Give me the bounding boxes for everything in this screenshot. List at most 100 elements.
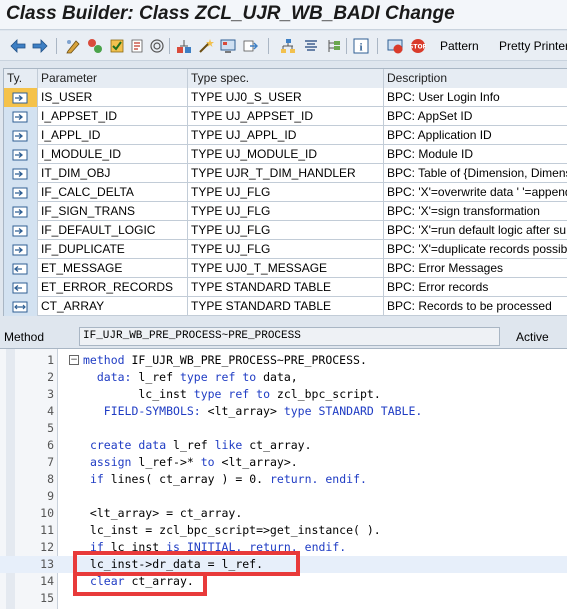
column-header-description[interactable]: Description bbox=[384, 69, 567, 88]
table-row[interactable]: IF_DEFAULT_LOGIC TYPE UJ_FLG BPC: 'X'=run … bbox=[4, 221, 567, 240]
code-line[interactable]: 5 bbox=[0, 420, 567, 437]
parameter-name[interactable]: I_APPSET_ID bbox=[38, 107, 188, 126]
check-icon[interactable] bbox=[108, 37, 126, 55]
code-line[interactable]: 10 <lt_array> = ct_array. bbox=[0, 505, 567, 522]
screen-icon[interactable] bbox=[219, 37, 237, 55]
parameter-type-spec[interactable]: TYPE UJ_FLG bbox=[188, 183, 384, 202]
direction-importing-icon[interactable] bbox=[4, 164, 38, 183]
direction-importing-icon[interactable] bbox=[4, 126, 38, 145]
parameter-description[interactable]: BPC: 'X'=overwrite data ' '=append bbox=[384, 183, 567, 202]
parameter-type-spec[interactable]: TYPE UJ0_T_MESSAGE bbox=[188, 259, 384, 278]
table-row[interactable]: IF_SIGN_TRANS TYPE UJ_FLG BPC: 'X'=sign tr… bbox=[4, 202, 567, 221]
code-line[interactable]: 7 assign l_ref->* to <lt_array>. bbox=[0, 454, 567, 471]
code-line[interactable]: 6 create data l_ref like ct_array. bbox=[0, 437, 567, 454]
align-icon[interactable] bbox=[302, 37, 320, 55]
parameter-description[interactable]: BPC: 'X'=sign transformation bbox=[384, 202, 567, 221]
table-row[interactable]: IS_USER TYPE UJ0_S_USER BPC: User Login In… bbox=[4, 88, 567, 107]
code-line[interactable]: 3 lc_inst type ref to zcl_bpc_script. bbox=[0, 386, 567, 403]
parameter-name[interactable]: IF_DEFAULT_LOGIC bbox=[38, 221, 188, 240]
parameter-type-spec[interactable]: TYPE STANDARD TABLE bbox=[188, 297, 384, 316]
direction-importing-icon[interactable] bbox=[4, 107, 38, 126]
method-label: Method bbox=[4, 330, 45, 344]
table-row[interactable]: ET_MESSAGE TYPE UJ0_T_MESSAGE BPC: Error M… bbox=[4, 259, 567, 278]
direction-importing-icon[interactable] bbox=[4, 202, 38, 221]
hierarchy-icon[interactable] bbox=[279, 37, 297, 55]
parameter-type-spec[interactable]: TYPE UJ_MODULE_ID bbox=[188, 145, 384, 164]
parameter-name[interactable]: I_MODULE_ID bbox=[38, 145, 188, 164]
direction-importing-icon[interactable] bbox=[4, 221, 38, 240]
parameter-type-spec[interactable]: TYPE UJ0_S_USER bbox=[188, 88, 384, 107]
table-row[interactable]: IF_DUPLICATE TYPE UJ_FLG BPC: 'X'=duplicat… bbox=[4, 240, 567, 259]
info-icon[interactable]: i bbox=[352, 37, 370, 55]
parameter-name[interactable]: ET_MESSAGE bbox=[38, 259, 188, 278]
parameter-description[interactable]: BPC: Error Messages bbox=[384, 259, 567, 278]
parameter-description[interactable]: BPC: User Login Info bbox=[384, 88, 567, 107]
table-row[interactable]: I_APPSET_ID TYPE UJ_APPSET_ID BPC: AppSet … bbox=[4, 107, 567, 126]
active-inactive-icon[interactable] bbox=[86, 37, 104, 55]
code-line[interactable]: 2 data: l_ref type ref to data, bbox=[0, 369, 567, 386]
code-line[interactable]: 9 bbox=[0, 488, 567, 505]
parameter-name[interactable]: IF_SIGN_TRANS bbox=[38, 202, 188, 221]
column-header-parameter[interactable]: Parameter bbox=[38, 69, 188, 88]
collapse-icon[interactable]: − bbox=[69, 355, 79, 365]
magic-wand-icon[interactable] bbox=[197, 37, 215, 55]
pattern-button[interactable]: Pattern bbox=[440, 39, 479, 53]
parameter-name[interactable]: I_APPL_ID bbox=[38, 126, 188, 145]
where-used-icon[interactable] bbox=[148, 37, 166, 55]
column-header-type-spec[interactable]: Type spec. bbox=[188, 69, 384, 88]
parameter-name[interactable]: IF_DUPLICATE bbox=[38, 240, 188, 259]
parameter-name[interactable]: IS_USER bbox=[38, 88, 188, 107]
pretty-printer-button[interactable]: Pretty Printer bbox=[499, 39, 567, 53]
table-header: Ty. Parameter Type spec. Description bbox=[4, 69, 567, 88]
code-line[interactable]: 1 − method IF_UJR_WB_PRE_PROCESS~PRE_PROCE… bbox=[0, 352, 567, 369]
display-change-icon[interactable] bbox=[64, 37, 82, 55]
parameter-name[interactable]: ET_ERROR_RECORDS bbox=[38, 278, 188, 297]
direction-importing-icon[interactable] bbox=[4, 183, 38, 202]
code-editor[interactable]: 1 − method IF_UJR_WB_PRE_PROCESS~PRE_PROCE… bbox=[0, 348, 567, 609]
code-line[interactable]: 8 if lines( ct_array ) = 0. return. endi… bbox=[0, 471, 567, 488]
parameter-description[interactable]: BPC: Records to be processed bbox=[384, 297, 567, 316]
parameter-type-spec[interactable]: TYPE UJ_APPL_ID bbox=[188, 126, 384, 145]
table-row[interactable]: I_MODULE_ID TYPE UJ_MODULE_ID BPC: Module … bbox=[4, 145, 567, 164]
parameter-description[interactable]: BPC: Module ID bbox=[384, 145, 567, 164]
tree-icon[interactable] bbox=[325, 37, 343, 55]
table-row[interactable]: IF_CALC_DELTA TYPE UJ_FLG BPC: 'X'=overwri… bbox=[4, 183, 567, 202]
method-name-field[interactable]: IF_UJR_WB_PRE_PROCESS~PRE_PROCESS bbox=[79, 327, 500, 346]
parameter-description[interactable]: BPC: AppSet ID bbox=[384, 107, 567, 126]
stop-icon[interactable]: STOP bbox=[409, 37, 427, 55]
parameter-description[interactable]: BPC: Application ID bbox=[384, 126, 567, 145]
stop-screen-icon[interactable] bbox=[386, 37, 404, 55]
parameter-description[interactable]: BPC: 'X'=run default logic after su bbox=[384, 221, 567, 240]
back-arrow-icon[interactable] bbox=[9, 37, 27, 55]
parameter-name[interactable]: IT_DIM_OBJ bbox=[38, 164, 188, 183]
forward-arrow-icon[interactable] bbox=[31, 37, 49, 55]
column-header-type[interactable]: Ty. bbox=[4, 69, 38, 88]
direction-exporting-icon[interactable] bbox=[4, 259, 38, 278]
direction-importing-icon[interactable] bbox=[4, 240, 38, 259]
parameter-type-spec[interactable]: TYPE STANDARD TABLE bbox=[188, 278, 384, 297]
table-row[interactable]: IT_DIM_OBJ TYPE UJR_T_DIM_HANDLER BPC: Tab… bbox=[4, 164, 567, 183]
direction-changing-icon[interactable] bbox=[4, 297, 38, 316]
direction-exporting-icon[interactable] bbox=[4, 278, 38, 297]
parameter-type-spec[interactable]: TYPE UJ_FLG bbox=[188, 240, 384, 259]
table-row[interactable]: ET_ERROR_RECORDS TYPE STANDARD TABLE BPC: … bbox=[4, 278, 567, 297]
parameter-name[interactable]: IF_CALC_DELTA bbox=[38, 183, 188, 202]
code-line[interactable]: 4 FIELD-SYMBOLS: <lt_array> type STANDAR… bbox=[0, 403, 567, 420]
code-line[interactable]: 11 lc_inst = zcl_bpc_script=>get_instanc… bbox=[0, 522, 567, 539]
parameter-type-spec[interactable]: TYPE UJR_T_DIM_HANDLER bbox=[188, 164, 384, 183]
navigate-icon[interactable] bbox=[241, 37, 259, 55]
parameter-type-spec[interactable]: TYPE UJ_FLG bbox=[188, 221, 384, 240]
table-row[interactable]: CT_ARRAY TYPE STANDARD TABLE BPC: Records … bbox=[4, 297, 567, 316]
direction-importing-icon[interactable] bbox=[4, 145, 38, 164]
parameter-type-spec[interactable]: TYPE UJ_FLG bbox=[188, 202, 384, 221]
activate-icon[interactable] bbox=[128, 37, 146, 55]
object-list-icon[interactable] bbox=[175, 37, 193, 55]
parameter-description[interactable]: BPC: 'X'=duplicate records possible bbox=[384, 240, 567, 259]
table-row[interactable]: I_APPL_ID TYPE UJ_APPL_ID BPC: Application… bbox=[4, 126, 567, 145]
parameter-name[interactable]: CT_ARRAY bbox=[38, 297, 188, 316]
parameter-description[interactable]: BPC: Error records bbox=[384, 278, 567, 297]
line-number: 6 bbox=[47, 438, 54, 452]
direction-importing-icon[interactable] bbox=[4, 88, 38, 107]
parameter-type-spec[interactable]: TYPE UJ_APPSET_ID bbox=[188, 107, 384, 126]
parameter-description[interactable]: BPC: Table of {Dimension, Dimension bbox=[384, 164, 567, 183]
